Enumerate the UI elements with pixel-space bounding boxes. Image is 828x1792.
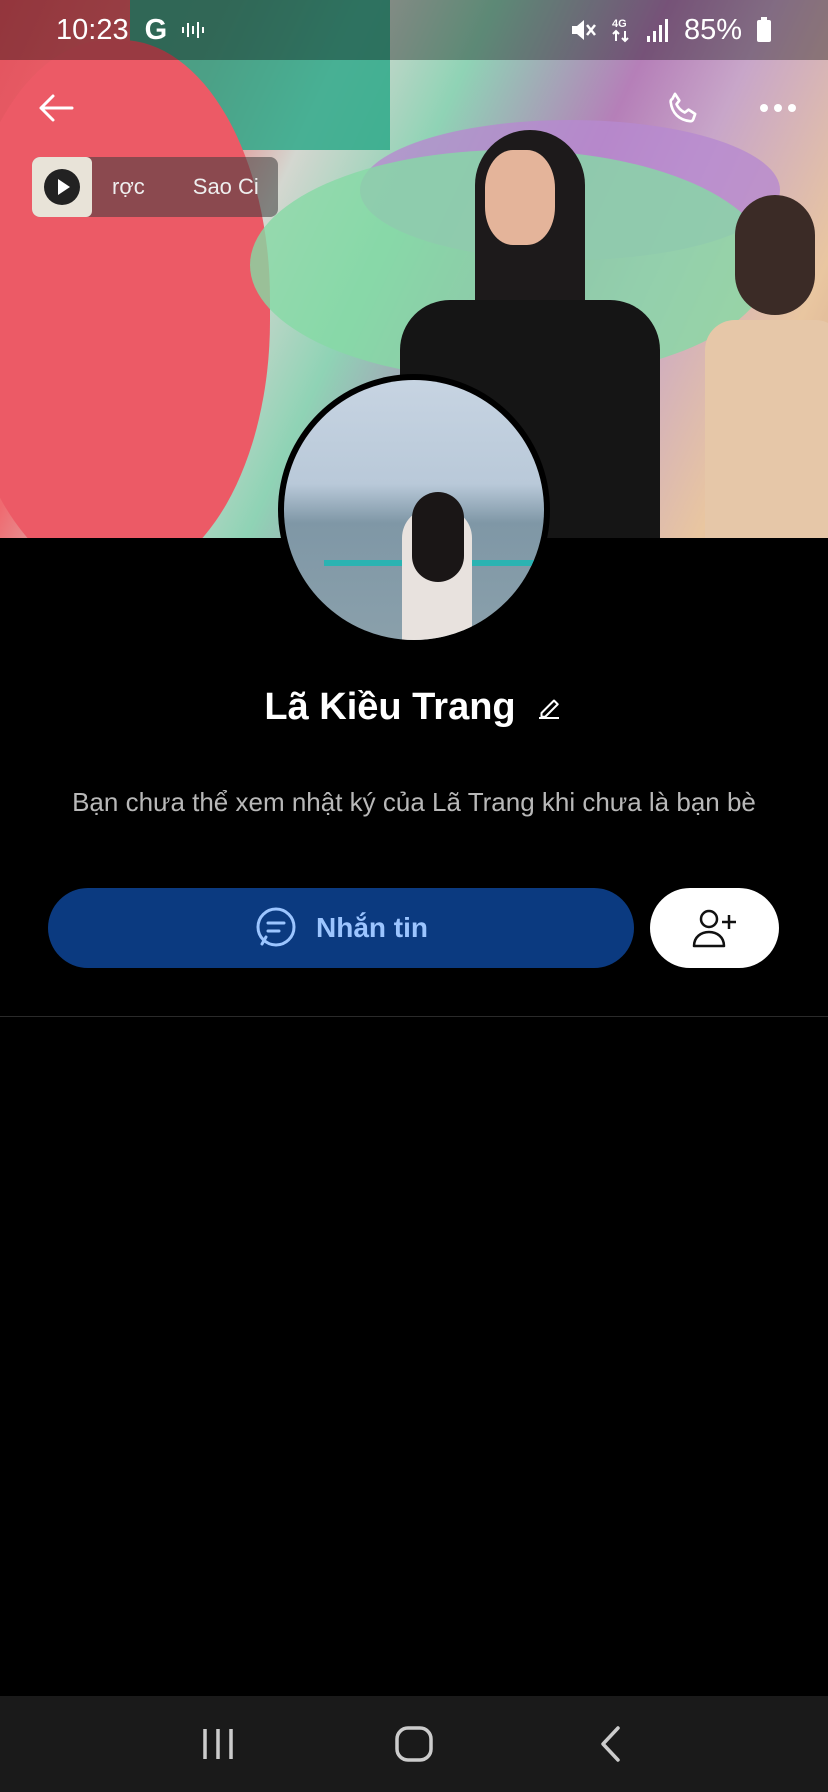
status-time: 10:23 (56, 13, 129, 46)
back-button[interactable] (28, 80, 84, 136)
more-button[interactable] (750, 80, 806, 136)
home-icon (395, 1726, 433, 1762)
avatar[interactable] (278, 374, 550, 646)
home-button[interactable] (384, 1714, 444, 1774)
cover-person (705, 195, 828, 538)
mute-icon (571, 20, 596, 40)
nav-back-icon (601, 1726, 620, 1762)
add-friend-icon (692, 909, 736, 948)
edit-pencil-icon[interactable] (534, 693, 564, 723)
sound-wave-icon (182, 22, 205, 38)
phone-icon (669, 92, 697, 123)
profile-music-chip[interactable]: rợc Sao Ci (32, 157, 278, 217)
battery-percent: 85% (683, 13, 742, 46)
svg-text:4G: 4G (612, 18, 627, 30)
system-nav-bar (0, 1696, 828, 1792)
music-thumbnail (32, 157, 92, 217)
play-icon[interactable] (44, 169, 80, 205)
avatar-image (284, 380, 544, 640)
recents-icon (203, 1729, 233, 1759)
nav-back-button[interactable] (580, 1714, 640, 1774)
google-icon: G (144, 13, 168, 46)
recents-button[interactable] (188, 1714, 248, 1774)
message-button-label: Nhắn tin (316, 912, 428, 943)
message-button[interactable]: Nhắn tin (48, 888, 634, 968)
call-button[interactable] (656, 80, 712, 136)
privacy-notice: Bạn chưa thể xem nhật ký của Lã Trang kh… (72, 787, 756, 817)
battery-icon (757, 17, 771, 42)
profile-name-row: Lã Kiều Trang (0, 686, 828, 729)
chat-bubble-icon (256, 907, 296, 947)
network-4g-icon: 4G (612, 18, 629, 43)
status-bar: 10:23 G 4G 85% (0, 0, 828, 60)
music-title-fragment: Sao Ci (192, 174, 259, 199)
divider (0, 1016, 828, 1017)
signal-icon (646, 19, 668, 42)
music-title-fragment: rợc (112, 174, 145, 199)
more-horizontal-icon (760, 104, 796, 112)
add-friend-button[interactable] (650, 888, 779, 968)
profile-name: Lã Kiều Trang (264, 686, 516, 728)
arrow-left-icon (39, 94, 74, 122)
